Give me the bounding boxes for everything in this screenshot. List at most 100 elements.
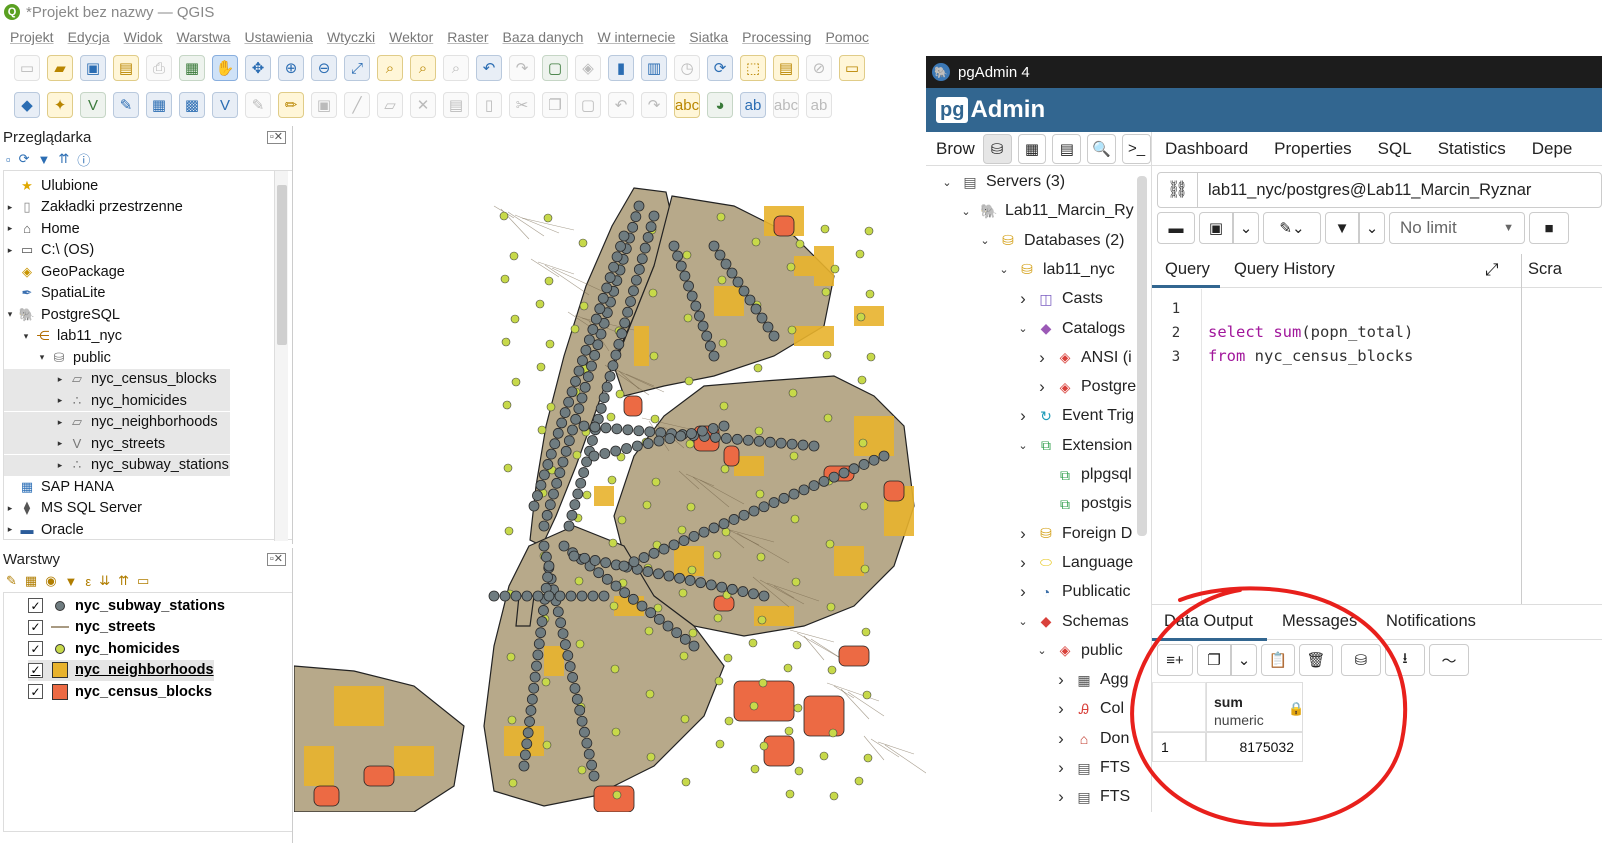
chevron-down-icon[interactable]: ▾ [4, 309, 16, 320]
tree-node[interactable]: › ⌂ Don [1054, 725, 1129, 753]
show-bookmarks-icon[interactable]: ▮ [608, 55, 634, 81]
chevron-right-icon[interactable]: ▸ [54, 374, 66, 385]
browser-item[interactable]: ▸ ∴ nyc_subway_stations [4, 454, 230, 476]
chevron-right-icon[interactable]: › [1054, 670, 1068, 690]
add-group-icon[interactable]: ▦ [25, 573, 37, 589]
save-project-icon[interactable]: ▣ [80, 55, 106, 81]
browser-item[interactable]: ✒ SpatiaLite [4, 283, 106, 304]
map-tips-icon[interactable]: ▢ [542, 55, 568, 81]
tree-node[interactable]: › ◔ Publicatic [1016, 578, 1130, 606]
visibility-icon[interactable]: ◉ [45, 573, 56, 589]
filter-options-icon[interactable]: ⌄ [1359, 212, 1385, 244]
collapse-all-icon[interactable]: ⇈ [58, 151, 69, 167]
menu-item[interactable]: Edycja [68, 29, 110, 45]
copy-icon[interactable]: ❐ [542, 92, 568, 118]
save-options-icon[interactable]: ⌄ [1233, 212, 1259, 244]
delete-selected-icon[interactable]: ▯ [476, 92, 502, 118]
digitize-icon[interactable]: ✎ [113, 92, 139, 118]
menu-item[interactable]: Warstwa [177, 29, 231, 45]
menu-item[interactable]: Pomoc [825, 29, 869, 45]
browser-item[interactable]: ◈ GeoPackage [4, 261, 125, 282]
show-labels-icon[interactable]: abc [773, 92, 799, 118]
tree-node[interactable]: › ◈ Postgre [1035, 373, 1136, 401]
tree-node[interactable]: ⌄ ⛁ Databases (2) [978, 227, 1124, 255]
select-value-icon[interactable]: ▤ [773, 55, 799, 81]
open-file-icon[interactable]: ▬ [1157, 212, 1195, 244]
chevron-right-icon[interactable]: › [1054, 758, 1068, 778]
main-tab[interactable]: Depe [1532, 139, 1573, 159]
chevron-right-icon[interactable]: › [1016, 524, 1030, 544]
refresh-icon[interactable]: ⟳ [19, 151, 30, 167]
browser-item[interactable]: ▸ ⧫ MS SQL Server [4, 498, 142, 519]
table-icon[interactable]: ▦ [1017, 133, 1047, 164]
tree-node[interactable]: › ▦ Agg [1054, 666, 1128, 694]
menu-item[interactable]: Wtyczki [327, 29, 375, 45]
browser-item[interactable]: ▸ ∴ nyc_homicides [4, 390, 230, 411]
database-icon[interactable]: ⛁ [982, 133, 1012, 164]
new-project-icon[interactable]: ▭ [14, 55, 40, 81]
add-wms-icon[interactable]: ▦ [146, 92, 172, 118]
tree-node[interactable]: › Ꭿ Col [1054, 695, 1124, 723]
menu-item[interactable]: Projekt [10, 29, 54, 45]
print-layout-icon[interactable]: ⎙ [146, 55, 172, 81]
data-source-manager-icon[interactable]: ◆ [14, 92, 40, 118]
tree-node[interactable]: ⌄ ◆ Catalogs [1016, 315, 1125, 343]
main-tab[interactable]: Statistics [1438, 139, 1506, 159]
connection-status-icon[interactable]: ⛓ [1158, 173, 1198, 207]
toggle-edit-icon[interactable]: ✏ [278, 92, 304, 118]
expand-icon[interactable]: ⤢ [1485, 260, 1499, 280]
edit-pencil-icon[interactable]: ✎ [245, 92, 271, 118]
tree-node[interactable]: › ▤ FTS [1054, 783, 1130, 811]
row-number-cell[interactable]: 1 [1152, 732, 1206, 762]
layer-visibility-checkbox[interactable]: ✓ [28, 684, 43, 699]
undo-icon[interactable]: ↶ [608, 92, 634, 118]
layer-visibility-checkbox[interactable]: ✓ [28, 641, 43, 656]
menu-item[interactable]: Wektor [389, 29, 433, 45]
tree-node[interactable]: ⌄ ◆ Schemas [1016, 608, 1128, 636]
browser-tab-label[interactable]: Brow [936, 139, 975, 159]
chevron-right-icon[interactable]: › [1016, 406, 1030, 426]
layer-item[interactable]: ✓ nyc_homicides [28, 638, 180, 659]
layer-visibility-checkbox[interactable]: ✓ [28, 598, 43, 613]
add-wfs-icon[interactable]: V [212, 92, 238, 118]
result-cell[interactable]: 8175032 [1206, 732, 1303, 762]
save-data-icon[interactable]: ⛁ [1341, 644, 1381, 676]
chevron-right-icon[interactable]: › [1054, 787, 1068, 807]
filter-legend-icon[interactable]: ▼ [65, 574, 78, 589]
chevron-down-icon[interactable]: ▾ [36, 352, 48, 363]
tree-node[interactable]: › ⛁ Foreign D [1016, 520, 1132, 548]
paste-icon[interactable]: ▢ [575, 92, 601, 118]
browser-item[interactable]: ▸ ▬ Oracle [4, 519, 84, 540]
chevron-right-icon[interactable]: › [1016, 582, 1030, 602]
more-tools-icon[interactable]: ▭ [839, 55, 865, 81]
chevron-down-icon[interactable]: ⌄ [1016, 615, 1030, 628]
style-manager-icon[interactable]: ▦ [179, 55, 205, 81]
chevron-right-icon[interactable]: › [1035, 377, 1049, 397]
browser-item[interactable]: ▸ ▯ Zakładki przestrzenne [4, 197, 183, 218]
select-features-icon[interactable]: ⬚ [740, 55, 766, 81]
tree-node[interactable]: › ◈ ANSI (i [1035, 344, 1132, 372]
save-edits-icon[interactable]: ▣ [311, 92, 337, 118]
add-vector-icon[interactable]: V [80, 92, 106, 118]
zoom-native-icon[interactable]: ⌕ [443, 55, 469, 81]
chevron-right-icon[interactable]: › [1054, 729, 1068, 749]
browser-item[interactable]: ▾ 🐘 PostgreSQL [4, 304, 120, 325]
redo-icon[interactable]: ↷ [641, 92, 667, 118]
tree-node[interactable]: ⌄ ◈ public [1035, 637, 1122, 665]
browser-item[interactable]: ▸ ▱ nyc_census_blocks [4, 368, 230, 390]
add-row-icon[interactable]: ≡+ [1157, 644, 1193, 676]
browser-item[interactable]: ▸ ▭ C:\ (OS) [4, 240, 94, 261]
edit-dropdown-icon[interactable]: ✎⌄ [1263, 212, 1321, 244]
expression-filter-icon[interactable]: ε [85, 574, 91, 589]
tab-messages[interactable]: Messages [1282, 612, 1357, 631]
browser-item[interactable]: ▾ ⋲ lab11_nyc [4, 326, 122, 347]
browser-scrollbar[interactable] [274, 171, 288, 541]
chevron-right-icon[interactable]: › [1035, 348, 1049, 368]
main-tab[interactable]: SQL [1378, 139, 1412, 159]
bookmark-new-icon[interactable]: ◈ [575, 55, 601, 81]
tree-node[interactable]: ⌄ ▤ Servers (3) [940, 168, 1065, 196]
stop-icon[interactable]: ■ [1529, 212, 1569, 244]
zoom-next-icon[interactable]: ↷ [509, 55, 535, 81]
add-line-icon[interactable]: ╱ [344, 92, 370, 118]
expand-all-icon[interactable]: ⇊ [99, 573, 110, 589]
